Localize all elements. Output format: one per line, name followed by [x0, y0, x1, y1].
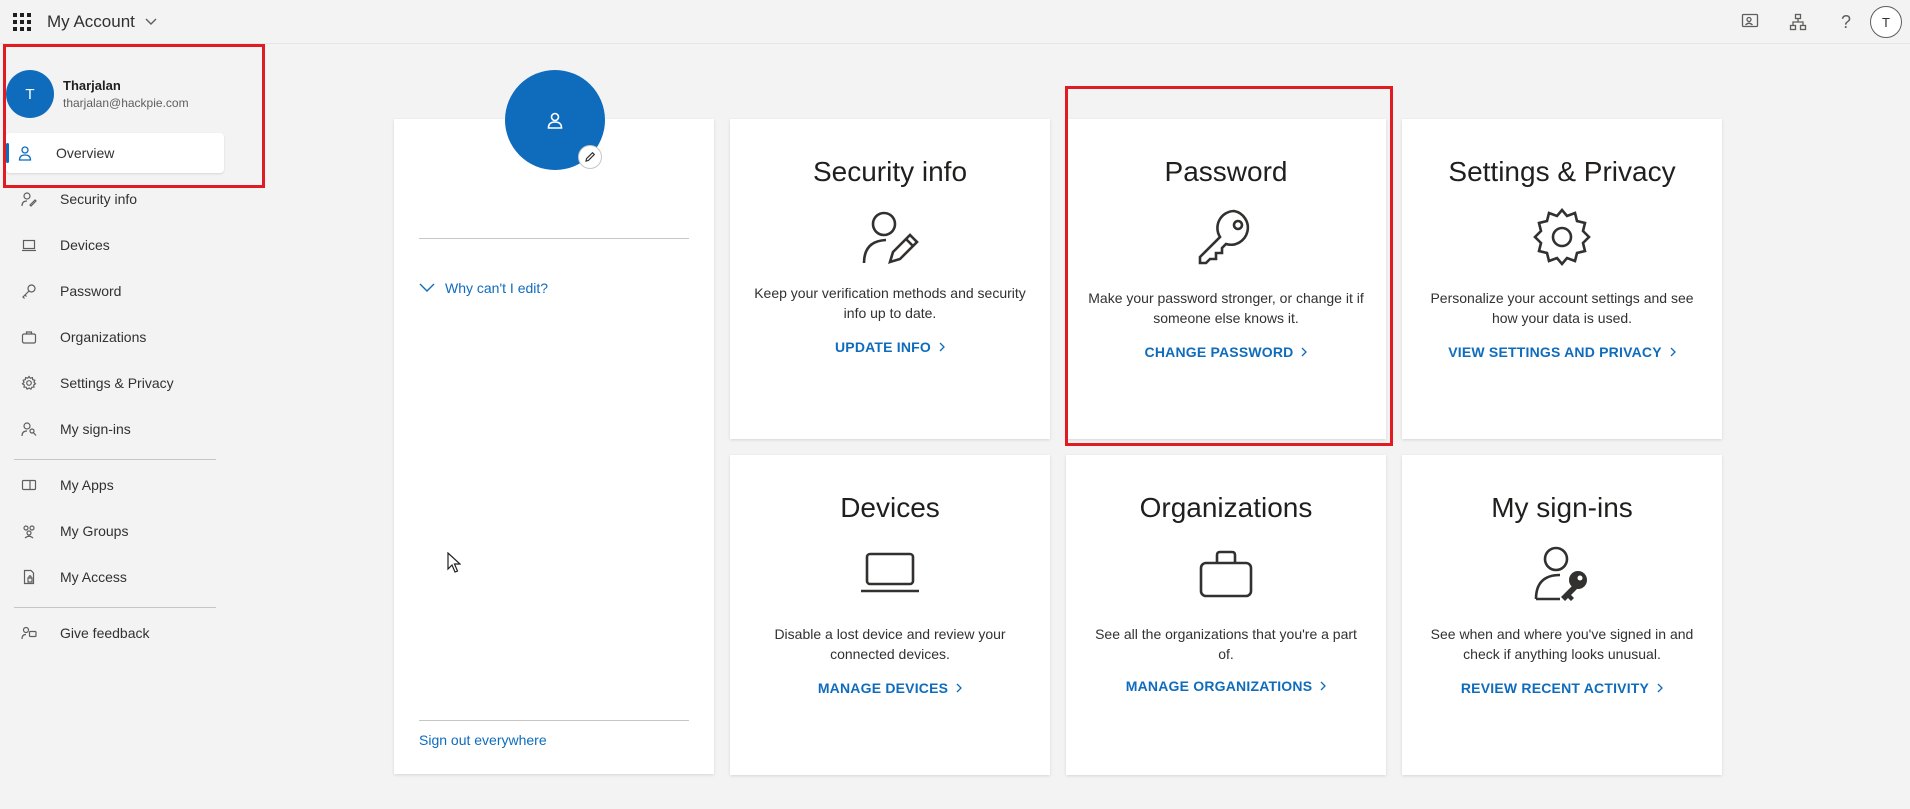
pencil-icon	[585, 151, 596, 162]
gear-icon	[20, 374, 38, 392]
sidebar-item-label: Security info	[60, 191, 138, 207]
sidebar-item-label: Devices	[60, 237, 110, 253]
why-cant-edit-toggle[interactable]: Why can't I edit?	[419, 280, 548, 296]
chevron-down-icon	[419, 283, 435, 292]
sidebar-item-label: Password	[60, 283, 122, 299]
person-signin-icon	[20, 420, 38, 438]
tile-organizations: Organizations See all the organizations …	[1066, 455, 1386, 775]
manage-devices-link[interactable]: MANAGE DEVICES	[730, 680, 1050, 696]
top-bar: My Account ? T	[0, 0, 1910, 44]
app-title-menu[interactable]: My Account	[47, 12, 157, 32]
tile-title: Settings & Privacy	[1448, 156, 1676, 187]
highlight-box-password	[1065, 86, 1393, 446]
sidebar-item-my-sign-ins[interactable]: My sign-ins	[10, 409, 224, 449]
chevron-right-icon	[1320, 681, 1327, 691]
edit-photo-button[interactable]	[578, 145, 602, 169]
tile-security-info: Security info Keep your verification met…	[730, 119, 1050, 439]
tile-title: My sign-ins	[1491, 492, 1633, 523]
why-cant-edit-link: Why can't I edit?	[445, 280, 549, 296]
laptop-icon	[20, 236, 38, 254]
briefcase-icon	[1199, 550, 1253, 598]
sidebar-item-password[interactable]: Password	[10, 271, 224, 311]
account-avatar-button[interactable]: T	[1870, 6, 1902, 38]
profile-card: Why can't I edit? Sign out everywhere	[394, 119, 714, 774]
chevron-right-icon	[1670, 347, 1676, 357]
sidebar-item-label: Organizations	[60, 329, 147, 345]
sidebar-item-label: My Apps	[60, 477, 114, 493]
chevron-right-icon	[1657, 683, 1664, 693]
sidebar-item-label: My Groups	[60, 523, 129, 539]
gear-icon	[1533, 207, 1591, 267]
profile-divider	[419, 720, 689, 721]
sidebar-item-organizations[interactable]: Organizations	[10, 317, 224, 357]
tile-description: See when and where you've signed in and …	[1430, 626, 1694, 662]
view-settings-privacy-link[interactable]: VIEW SETTINGS AND PRIVACY	[1402, 344, 1722, 360]
laptop-icon	[861, 552, 919, 593]
org-chart-button[interactable]	[1774, 0, 1822, 44]
app-launcher-button[interactable]	[0, 0, 44, 44]
help-icon: ?	[1840, 11, 1851, 32]
sidebar-item-give-feedback[interactable]: Give feedback	[10, 613, 224, 653]
sidebar-item-my-apps[interactable]: My Apps	[10, 465, 224, 505]
sidebar-item-label: My Access	[60, 569, 127, 585]
highlight-box-user	[3, 44, 265, 188]
person-pencil-icon	[862, 211, 919, 264]
chevron-right-icon	[939, 342, 945, 352]
tile-devices: Devices Disable a lost device and review…	[730, 455, 1050, 775]
sidebar-item-label: My sign-ins	[60, 421, 131, 437]
mouse-cursor-icon	[447, 552, 461, 573]
person-key-icon	[20, 190, 38, 208]
tile-description: See all the organizations that you're a …	[1095, 626, 1357, 662]
waffle-icon	[13, 12, 31, 31]
sidebar-item-my-groups[interactable]: My Groups	[10, 511, 224, 551]
tile-my-sign-ins: My sign-ins See when and where you've si…	[1402, 455, 1722, 775]
profile-divider	[419, 238, 689, 239]
person-icon	[547, 112, 563, 129]
org-chart-icon	[1789, 13, 1807, 31]
tile-title: Organizations	[1139, 492, 1313, 523]
tile-title: Security info	[812, 156, 968, 187]
sidebar-item-devices[interactable]: Devices	[10, 225, 224, 265]
sidebar-divider	[14, 607, 216, 608]
sidebar-item-label: Give feedback	[60, 625, 150, 641]
feedback-person-icon	[1741, 13, 1759, 28]
account-avatar-initial: T	[1882, 14, 1890, 30]
feedback-header-button[interactable]	[1726, 0, 1774, 44]
tile-settings-privacy: Settings & Privacy Personalize your acco…	[1402, 119, 1722, 439]
sidebar-item-my-access[interactable]: My Access	[10, 557, 224, 597]
apps-icon	[20, 476, 38, 494]
tile-description: Keep your verification methods and secur…	[754, 285, 1026, 321]
person-key-icon	[1534, 546, 1587, 601]
sidebar-item-settings-privacy[interactable]: Settings & Privacy	[10, 363, 224, 403]
manage-organizations-link[interactable]: MANAGE ORGANIZATIONS	[1066, 678, 1386, 694]
groups-icon	[20, 522, 38, 540]
sidebar-item-label: Settings & Privacy	[60, 375, 174, 391]
tile-title: Devices	[840, 492, 940, 523]
briefcase-icon	[20, 328, 38, 346]
chevron-right-icon	[956, 683, 963, 693]
access-icon	[20, 568, 38, 586]
review-recent-activity-link[interactable]: REVIEW RECENT ACTIVITY	[1402, 680, 1722, 696]
tile-description: Disable a lost device and review your co…	[774, 626, 1006, 662]
sign-out-everywhere-link[interactable]: Sign out everywhere	[419, 732, 547, 748]
app-title: My Account	[47, 11, 135, 31]
update-info-link[interactable]: UPDATE INFO	[730, 339, 1050, 355]
tile-description: Personalize your account settings and se…	[1430, 290, 1694, 326]
chevron-down-icon	[145, 18, 157, 25]
key-icon	[20, 282, 38, 300]
feedback-icon	[20, 624, 38, 642]
help-button[interactable]: ?	[1822, 0, 1870, 44]
sidebar-divider	[14, 459, 216, 460]
